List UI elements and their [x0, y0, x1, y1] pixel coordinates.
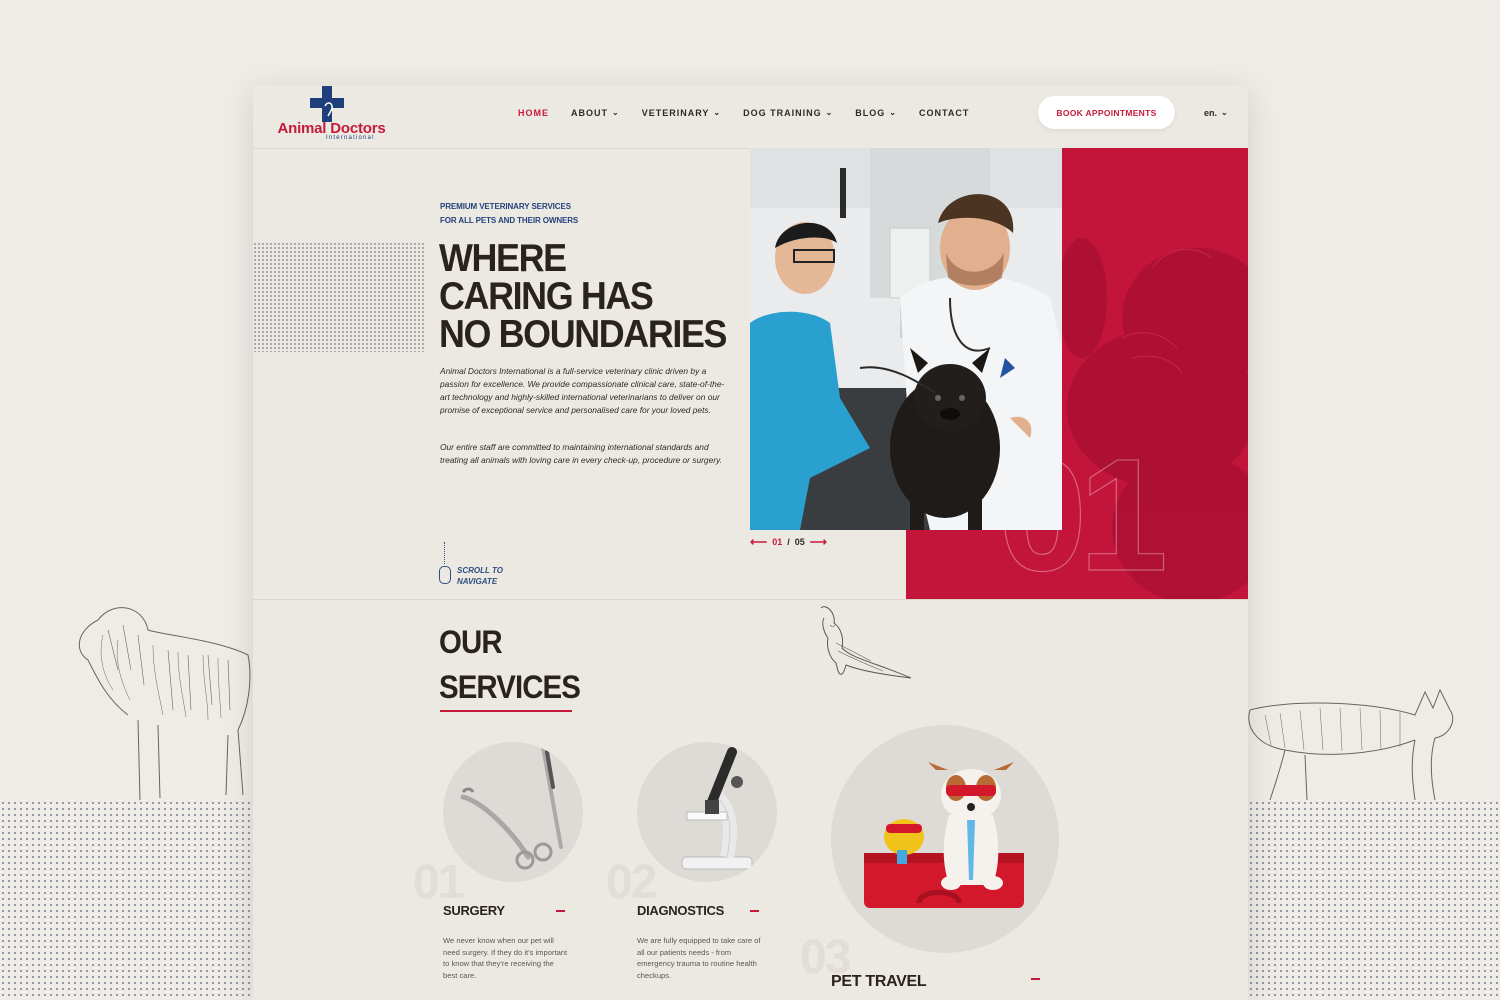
nav-item-label: VETERINARY: [641, 108, 710, 118]
hero-headline-line: NO BOUNDARIES: [439, 313, 727, 356]
hero-dot-pattern: [253, 242, 426, 352]
service-name-diagnostics[interactable]: DIAGNOSTICS: [637, 903, 724, 918]
nav-item-label: BLOG: [855, 108, 886, 118]
surgical-instruments-image: [460, 745, 563, 870]
service-number: 02: [606, 856, 657, 909]
service-description: We never know when our pet will need sur…: [443, 936, 568, 980]
main-navigation: HOME ABOUT ⌄ VETERINARY ⌄ DOG TRAINING ⌄ BL…: [518, 108, 991, 118]
cat-sketch-illustration: [1248, 688, 1454, 801]
hero-kicker-line: FOR ALL PETS AND THEIR OWNERS: [440, 216, 579, 225]
chevron-down-icon: ⌄: [889, 108, 897, 117]
hero-kicker: PREMIUM VETERINARY SERVICES FOR ALL PETS…: [440, 200, 578, 228]
chevron-down-icon: ⌄: [612, 108, 620, 117]
service-number: 01: [413, 856, 464, 909]
cockatoo-sketch-illustration: [820, 606, 912, 679]
vet-examining-dog-photo: [750, 148, 1062, 530]
nav-item-label: CONTACT: [919, 108, 970, 118]
site-header: Animal Doctors International HOME ABOUT ⌄…: [253, 85, 1248, 149]
dog-sketch-illustration: [78, 607, 251, 801]
nav-item-dog-training[interactable]: DOG TRAINING ⌄: [743, 108, 833, 118]
book-appointments-button[interactable]: BOOK APPOINTMENTS: [1038, 96, 1175, 129]
brand-logo[interactable]: Animal Doctors International: [264, 85, 399, 145]
section-divider: [253, 599, 1248, 600]
service-dash: [556, 910, 565, 912]
services-title-line: SERVICES: [439, 669, 581, 705]
nav-item-veterinary[interactable]: VETERINARY ⌄: [642, 108, 721, 118]
slide-current: 01: [772, 537, 783, 547]
scroll-indicator[interactable]: SCROLL TO NAVIGATE: [439, 540, 529, 595]
arrow-right-icon[interactable]: ⟶: [810, 535, 827, 549]
hero-paragraph: Animal Doctors International is a full-s…: [440, 366, 725, 415]
chevron-down-icon: ⌄: [825, 108, 834, 117]
service-description: We are fully equipped to take care of al…: [637, 936, 761, 980]
medical-cross-logo-icon: [310, 86, 344, 122]
scroll-label-line: NAVIGATE: [457, 577, 498, 586]
mouse-icon: [439, 566, 451, 584]
hero-headline: WHERE CARING HAS NO BOUNDARIES: [439, 237, 727, 356]
scroll-label-line: SCROLL TO: [457, 566, 503, 575]
pet-travel-image-circle: [831, 725, 1059, 953]
service-name-pet-travel[interactable]: PET TRAVEL: [831, 973, 927, 991]
language-selector[interactable]: en. ⌄: [1204, 108, 1228, 118]
hero-headline-line: CARING HAS: [439, 275, 654, 318]
nav-item-label: HOME: [518, 108, 549, 118]
hero-paragraph: Our entire staff are committed to mainta…: [440, 442, 722, 465]
brand-subtitle: International: [326, 135, 375, 141]
service-dash: [750, 910, 759, 912]
website-page: Animal Doctors International HOME ABOUT ⌄…: [253, 85, 1248, 1000]
dog-with-suitcase-image: [864, 762, 1024, 908]
services-title-line: OUR: [439, 624, 503, 660]
surgery-image-circle: [443, 742, 583, 882]
scroll-label: SCROLL TO NAVIGATE: [457, 565, 503, 587]
scroll-dotted-line: [444, 542, 446, 564]
chevron-down-icon: ⌄: [713, 108, 722, 117]
chevron-down-icon: ⌄: [1221, 108, 1228, 117]
service-name-surgery[interactable]: SURGERY: [443, 903, 505, 918]
slider-controls: ⟵ 01 / 05 ⟶: [750, 535, 827, 549]
services-title: OUR SERVICES: [439, 620, 581, 710]
nav-item-label: ABOUT: [571, 108, 608, 118]
diagnostics-image-circle: [637, 742, 777, 882]
language-label: en.: [1204, 108, 1218, 118]
nav-item-about[interactable]: ABOUT ⌄: [571, 108, 620, 118]
services-title-underline: [440, 710, 572, 712]
slide-separator: /: [787, 537, 790, 547]
nav-item-home[interactable]: HOME: [518, 108, 549, 118]
hero-kicker-line: PREMIUM VETERINARY SERVICES: [440, 202, 571, 211]
service-dash: [1031, 978, 1040, 980]
nav-item-label: DOG TRAINING: [743, 108, 822, 118]
slide-total: 05: [794, 537, 805, 547]
arrow-left-icon[interactable]: ⟵: [750, 535, 767, 549]
nav-item-contact[interactable]: CONTACT: [919, 108, 969, 118]
hero-headline-line: WHERE: [439, 237, 567, 280]
nav-item-blog[interactable]: BLOG ⌄: [855, 108, 897, 118]
microscope-image: [681, 747, 753, 870]
